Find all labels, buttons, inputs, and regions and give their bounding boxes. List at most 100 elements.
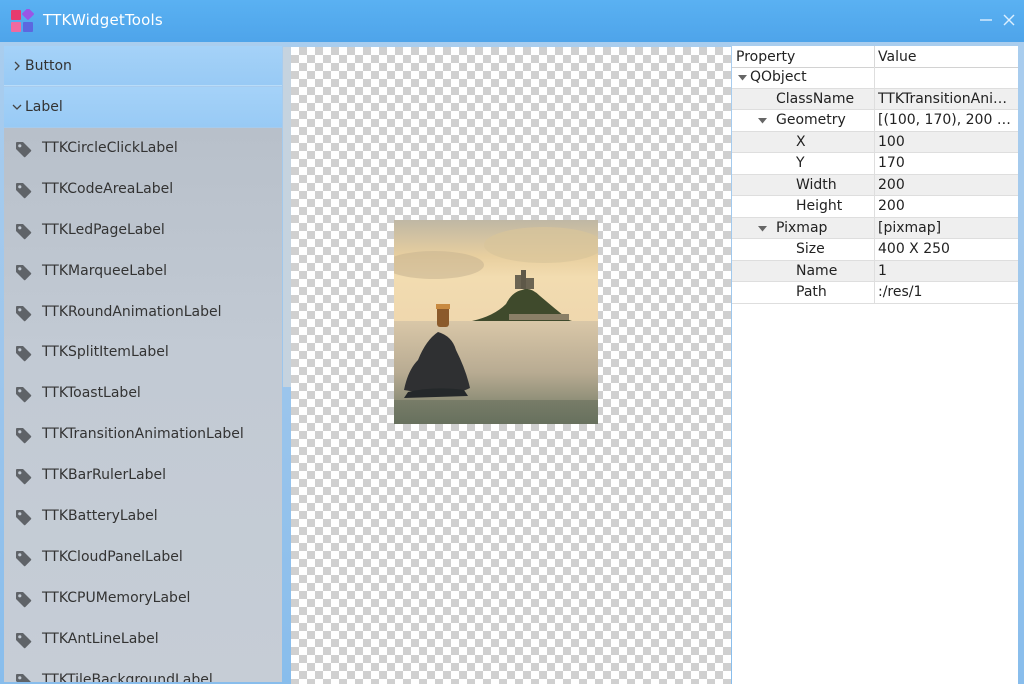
property-value[interactable]: 1: [878, 263, 1014, 279]
list-item[interactable]: TTKTransitionAnimationLabel: [4, 414, 282, 455]
expand-triangle-icon[interactable]: [758, 225, 767, 232]
close-icon[interactable]: [998, 8, 1022, 32]
property-name: QObject: [750, 69, 807, 85]
list-item[interactable]: TTKLedPageLabel: [4, 210, 282, 251]
property-value[interactable]: :/res/1: [878, 284, 1014, 300]
property-row[interactable]: Name 1: [732, 260, 1018, 282]
property-name: ClassName: [776, 90, 855, 107]
list-item-label: TTKCloudPanelLabel: [42, 548, 183, 565]
tag-icon: [16, 305, 32, 321]
column-divider: [874, 153, 875, 174]
list-item-label: TTKRoundAnimationLabel: [42, 303, 222, 320]
category-button[interactable]: Button: [4, 46, 282, 86]
list-item[interactable]: TTKCPUMemoryLabel: [4, 578, 282, 619]
list-item-label: TTKTransitionAnimationLabel: [42, 426, 244, 443]
tag-icon: [16, 428, 32, 444]
property-name: Geometry: [776, 112, 846, 128]
property-value[interactable]: 200: [878, 177, 1014, 193]
property-row[interactable]: Y 170: [732, 153, 1018, 175]
widget-list: TTKCircleClickLabel TTKCodeAreaLabel TTKLe…: [4, 128, 282, 682]
property-row[interactable]: X 100: [732, 131, 1018, 153]
main-area: Button Label TTKCircleClickLabel TTKCodeA…: [0, 42, 1024, 684]
app-logo-icon: [11, 9, 34, 32]
property-column-header[interactable]: Property: [736, 49, 795, 65]
widget-sidebar: Button Label TTKCircleClickLabel TTKCodeA…: [4, 46, 282, 682]
property-name: X: [796, 133, 806, 150]
chevron-right-icon: [14, 61, 20, 71]
property-row[interactable]: Height 200: [732, 196, 1018, 218]
property-row[interactable]: Pixmap [pixmap]: [732, 217, 1018, 239]
column-divider: [874, 217, 875, 239]
list-item-label: TTKLedPageLabel: [42, 221, 165, 238]
list-item[interactable]: TTKAntLineLabel: [4, 619, 282, 660]
tag-icon: [16, 591, 32, 608]
tag-icon: [16, 550, 32, 567]
property-value[interactable]: 200: [878, 198, 1014, 214]
window-title: TTKWidgetTools: [43, 11, 163, 29]
tag-icon: [16, 346, 32, 362]
column-divider: [874, 110, 875, 131]
column-divider[interactable]: [874, 46, 875, 67]
splitter-handle[interactable]: [283, 47, 291, 387]
list-item-label: TTKCodeAreaLabel: [42, 180, 174, 197]
column-divider: [874, 282, 875, 303]
property-row[interactable]: QObject: [732, 67, 1018, 89]
column-divider: [874, 88, 875, 110]
list-item[interactable]: TTKCodeAreaLabel: [4, 169, 282, 210]
property-name: Height: [796, 198, 843, 214]
tag-icon: [16, 223, 32, 240]
preview-image: [394, 220, 598, 424]
property-row[interactable]: Path:/res/1: [732, 282, 1018, 304]
column-divider: [874, 196, 875, 217]
list-item[interactable]: TTKSplitItemLabel: [4, 332, 282, 373]
list-item-label: TTKTileBackgroundLabel: [42, 671, 213, 682]
list-item-label: TTKBarRulerLabel: [42, 467, 166, 484]
property-header: Property Value: [732, 46, 1018, 68]
list-item[interactable]: TTKBatteryLabel: [4, 496, 282, 537]
minimize-icon[interactable]: [975, 8, 999, 32]
property-name: Y: [796, 155, 805, 171]
property-value[interactable]: 170: [878, 155, 1014, 171]
title-bar: TTKWidgetTools: [0, 0, 1024, 42]
list-item[interactable]: TTKBarRulerLabel: [4, 455, 282, 496]
list-item[interactable]: TTKCloudPanelLabel: [4, 537, 282, 578]
property-row[interactable]: Size 400 X 250: [732, 239, 1018, 261]
column-divider: [874, 67, 875, 88]
property-row[interactable]: Geometry [(100, 170), 200 x 200]: [732, 110, 1018, 132]
list-item-label: TTKCircleClickLabel: [42, 140, 178, 156]
property-panel: Property Value QObject ClassName TTKTransi…: [732, 46, 1018, 684]
property-name: Name: [796, 262, 838, 279]
list-item-label: TTKAntLineLabel: [42, 630, 159, 647]
list-item[interactable]: TTKTileBackgroundLabel: [4, 660, 282, 682]
list-item-label: TTKToastLabel: [42, 385, 141, 402]
property-row[interactable]: Width 200: [732, 174, 1018, 196]
value-column-header[interactable]: Value: [878, 49, 916, 65]
list-item[interactable]: TTKMarqueeLabel: [4, 251, 282, 292]
property-value[interactable]: TTKTransitionAnimationLabel: [878, 91, 1014, 107]
list-item-label: TTKMarqueeLabel: [42, 262, 167, 279]
property-value[interactable]: [pixmap]: [878, 220, 1014, 236]
tag-icon: [16, 142, 32, 158]
preview-canvas: [291, 47, 731, 684]
category-label: Button: [25, 58, 72, 74]
expand-triangle-icon[interactable]: [738, 75, 747, 81]
list-item-label: TTKSplitItemLabel: [42, 344, 169, 361]
category-label: Label: [25, 99, 63, 115]
expand-triangle-icon[interactable]: [758, 118, 767, 124]
column-divider: [874, 174, 875, 196]
property-value[interactable]: 400 X 250: [878, 241, 1014, 257]
tag-icon: [16, 182, 32, 199]
property-value[interactable]: 100: [878, 134, 1014, 150]
column-divider: [874, 131, 875, 153]
list-item[interactable]: TTKCircleClickLabel: [4, 128, 282, 169]
column-divider: [874, 260, 875, 282]
property-row[interactable]: ClassName TTKTransitionAnimationLabel: [732, 88, 1018, 110]
list-item[interactable]: TTKToastLabel: [4, 373, 282, 414]
property-name: Size: [796, 241, 825, 257]
tag-icon: [16, 387, 32, 403]
category-label-group[interactable]: Label: [4, 87, 282, 127]
tag-icon: [16, 264, 32, 280]
list-item[interactable]: TTKRoundAnimationLabel: [4, 292, 282, 333]
property-value[interactable]: [(100, 170), 200 x 200]: [878, 112, 1014, 128]
property-name: Pixmap: [776, 219, 828, 236]
